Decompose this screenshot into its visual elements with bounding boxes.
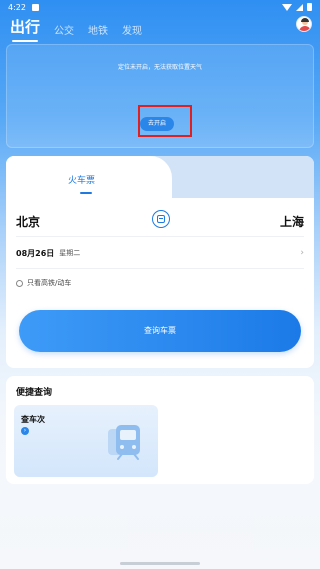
tab-travel[interactable]: 出行: [10, 16, 40, 42]
notification-icon: [31, 3, 39, 11]
date-selector[interactable]: 08月26日 星期二 ›: [16, 242, 304, 264]
avatar-body: [299, 26, 311, 31]
travel-weekday: 星期二: [59, 249, 81, 257]
ticket-tab-strip: [6, 156, 314, 202]
tab-subway[interactable]: 地铁: [88, 22, 108, 37]
ticket-card: 火车票 北京 上海 08月26日 星期二 › 只看高铁/动车 查询车票: [6, 156, 314, 368]
enable-location-button[interactable]: 去开启: [140, 117, 174, 131]
status-time: 4:22: [8, 2, 26, 12]
status-icons: [282, 3, 312, 11]
avatar[interactable]: [296, 16, 312, 32]
divider: [16, 236, 304, 237]
departure-city[interactable]: 北京: [16, 213, 40, 230]
arrow-right-icon: ›: [21, 427, 29, 435]
wifi-icon: [282, 3, 292, 11]
quick-query-title: 便捷查询: [16, 388, 53, 398]
arrival-city[interactable]: 上海: [280, 213, 304, 230]
tab-bus[interactable]: 公交: [54, 22, 74, 37]
quick-query-card: 便捷查询 查车次 ›: [6, 376, 314, 484]
swap-cities-icon[interactable]: [152, 210, 170, 228]
quick-item-check-train[interactable]: 查车次 ›: [14, 405, 158, 477]
status-bar: 4:22: [0, 0, 320, 14]
home-indicator: [120, 562, 200, 565]
ticket-tab-inactive[interactable]: [156, 156, 314, 198]
travel-date: 08月26日: [16, 248, 55, 258]
high-speed-filter[interactable]: 只看高铁/动车: [16, 278, 71, 288]
signal-icon: [296, 3, 303, 11]
tab-underline: [80, 192, 92, 194]
filter-checkbox[interactable]: [16, 279, 23, 287]
quick-item-label: 查车次: [21, 415, 45, 424]
divider: [16, 268, 304, 269]
train-icon: [157, 215, 165, 223]
battery-icon: [307, 3, 312, 11]
chevron-right-icon: ›: [300, 248, 304, 258]
train-illustration-icon: [108, 425, 140, 460]
filter-label: 只看高铁/动车: [27, 279, 72, 287]
avatar-hair: [301, 18, 309, 22]
query-tickets-button[interactable]: 查询车票: [19, 310, 301, 352]
train-ticket-tab-label[interactable]: 火车票: [68, 173, 95, 186]
weather-message: 定位未开启，无法获取位置天气: [117, 64, 202, 71]
tab-discover[interactable]: 发现: [122, 22, 142, 37]
weather-card: 定位未开启，无法获取位置天气: [6, 44, 314, 148]
top-nav: 出行 公交 地铁 发现: [10, 16, 142, 42]
